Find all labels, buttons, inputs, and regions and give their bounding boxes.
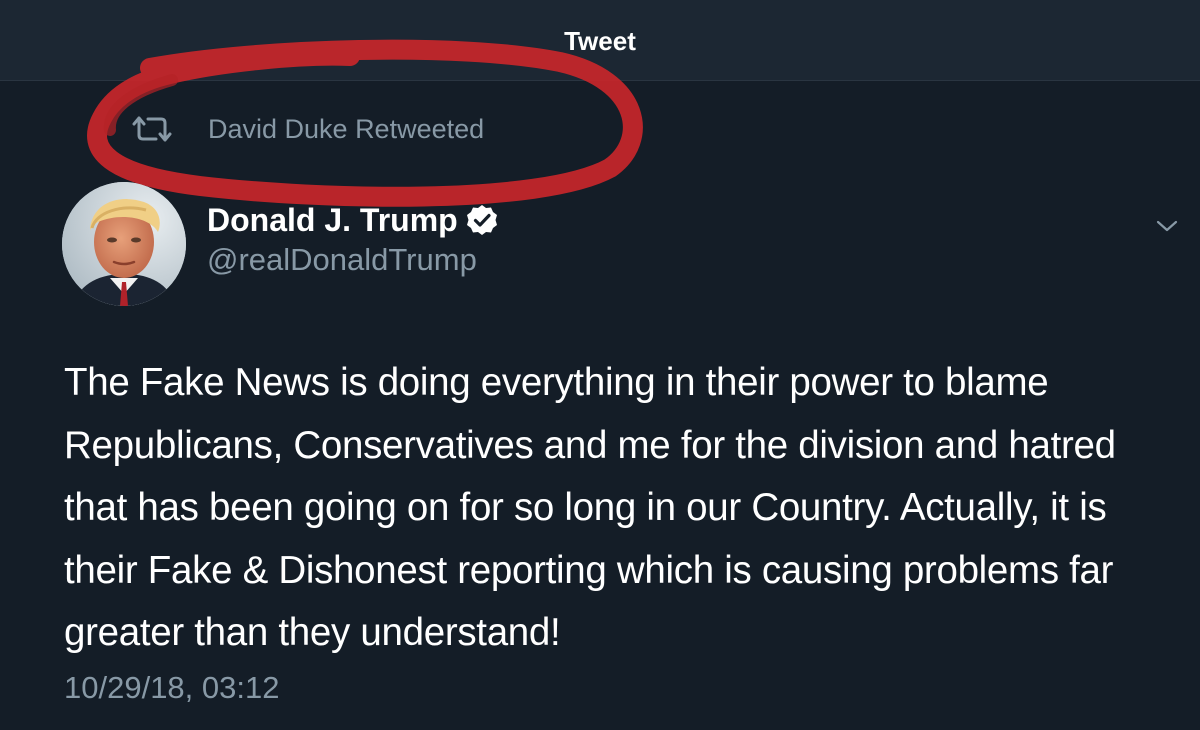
tweet-screen: Tweet David Duke Retweeted Donald J. Tru… bbox=[0, 0, 1200, 730]
tweet-timestamp[interactable]: 10/29/18, 03:12 bbox=[64, 670, 279, 706]
author-name: Donald J. Trump bbox=[207, 201, 458, 238]
chevron-down-icon[interactable] bbox=[1154, 216, 1180, 236]
retweet-context[interactable]: David Duke Retweeted bbox=[130, 112, 484, 146]
avatar[interactable] bbox=[62, 182, 186, 306]
author-name-row[interactable]: Donald J. Trump bbox=[207, 200, 498, 240]
author-handle[interactable]: @realDonaldTrump bbox=[207, 242, 477, 278]
retweet-icon bbox=[130, 112, 176, 146]
tweet-body: The Fake News is doing everything in the… bbox=[64, 361, 1116, 654]
retweeted-by-label: David Duke Retweeted bbox=[208, 113, 485, 144]
verified-badge-icon bbox=[466, 204, 498, 236]
top-bar: Tweet bbox=[0, 0, 1200, 81]
page-title: Tweet bbox=[564, 26, 636, 56]
